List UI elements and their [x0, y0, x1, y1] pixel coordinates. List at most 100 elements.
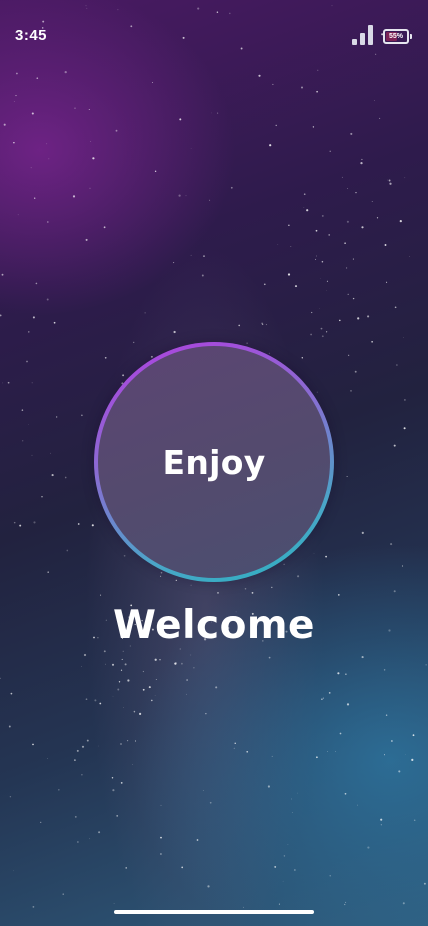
star	[91, 524, 94, 527]
star	[344, 903, 346, 906]
star	[203, 255, 205, 257]
star	[126, 739, 129, 742]
star	[98, 745, 99, 747]
star	[133, 711, 135, 713]
star	[186, 693, 188, 695]
star	[154, 170, 157, 172]
star	[290, 798, 292, 800]
star	[390, 543, 393, 546]
star	[265, 324, 267, 326]
star	[178, 194, 181, 197]
star	[412, 734, 415, 737]
star	[46, 143, 48, 145]
star	[74, 759, 76, 761]
star	[32, 906, 35, 908]
star	[345, 673, 347, 675]
star	[77, 841, 79, 843]
star	[233, 747, 235, 750]
star	[288, 224, 290, 226]
star	[277, 244, 279, 245]
signal-bar-3	[368, 25, 373, 45]
star	[121, 658, 123, 660]
star	[123, 554, 126, 557]
star	[209, 199, 211, 201]
star	[344, 242, 346, 245]
star	[268, 656, 271, 659]
star	[76, 749, 79, 752]
star	[261, 322, 263, 325]
star	[159, 853, 162, 855]
star	[155, 679, 157, 681]
star	[74, 107, 76, 110]
star	[47, 571, 49, 573]
star	[234, 742, 236, 744]
star	[89, 187, 91, 189]
star	[48, 158, 50, 160]
signal-bar-1	[352, 39, 357, 45]
star	[315, 229, 318, 232]
star	[291, 812, 293, 813]
star	[367, 846, 370, 849]
star	[53, 321, 56, 324]
status-bar: 3:45 55%	[0, 0, 428, 60]
star	[13, 521, 16, 524]
enjoy-circle-ring: Enjoy	[94, 342, 334, 582]
star	[347, 187, 349, 189]
star	[81, 414, 83, 417]
star	[2, 382, 3, 384]
star	[36, 77, 39, 80]
star	[287, 844, 289, 845]
star	[46, 298, 49, 301]
star	[46, 221, 49, 223]
star	[190, 148, 192, 149]
star	[99, 702, 102, 705]
home-indicator-bar[interactable]	[114, 910, 314, 914]
star	[374, 100, 375, 101]
star	[0, 677, 1, 679]
star	[350, 132, 353, 135]
star	[142, 670, 145, 673]
star	[154, 658, 157, 661]
star	[347, 293, 349, 296]
star	[269, 144, 272, 147]
star	[361, 656, 364, 659]
star	[380, 824, 382, 826]
star	[263, 283, 266, 286]
star	[201, 274, 204, 277]
star	[316, 255, 317, 257]
star	[346, 267, 348, 269]
star	[389, 182, 392, 185]
star	[329, 875, 331, 877]
star	[112, 789, 115, 792]
welcome-title: Welcome	[113, 603, 315, 648]
star	[371, 341, 373, 343]
star	[19, 524, 22, 527]
star	[181, 866, 184, 869]
star	[341, 176, 343, 178]
star	[321, 335, 324, 338]
star	[133, 710, 136, 713]
star	[211, 112, 212, 114]
star	[297, 575, 300, 578]
star	[22, 440, 24, 442]
star	[0, 314, 2, 317]
enjoy-button[interactable]: Enjoy	[98, 346, 330, 578]
star	[310, 333, 312, 336]
star	[357, 317, 360, 320]
star	[139, 712, 142, 716]
star	[217, 112, 219, 114]
star	[32, 316, 35, 319]
star	[85, 698, 88, 701]
star	[117, 688, 120, 691]
star	[251, 592, 254, 594]
star	[322, 697, 324, 699]
star	[306, 209, 309, 212]
star	[34, 197, 36, 199]
star	[30, 167, 32, 169]
battery-percent-label: 55%	[388, 33, 403, 40]
star	[287, 273, 291, 276]
star	[196, 839, 199, 841]
star	[111, 777, 114, 779]
star	[394, 306, 397, 309]
star	[383, 669, 386, 671]
